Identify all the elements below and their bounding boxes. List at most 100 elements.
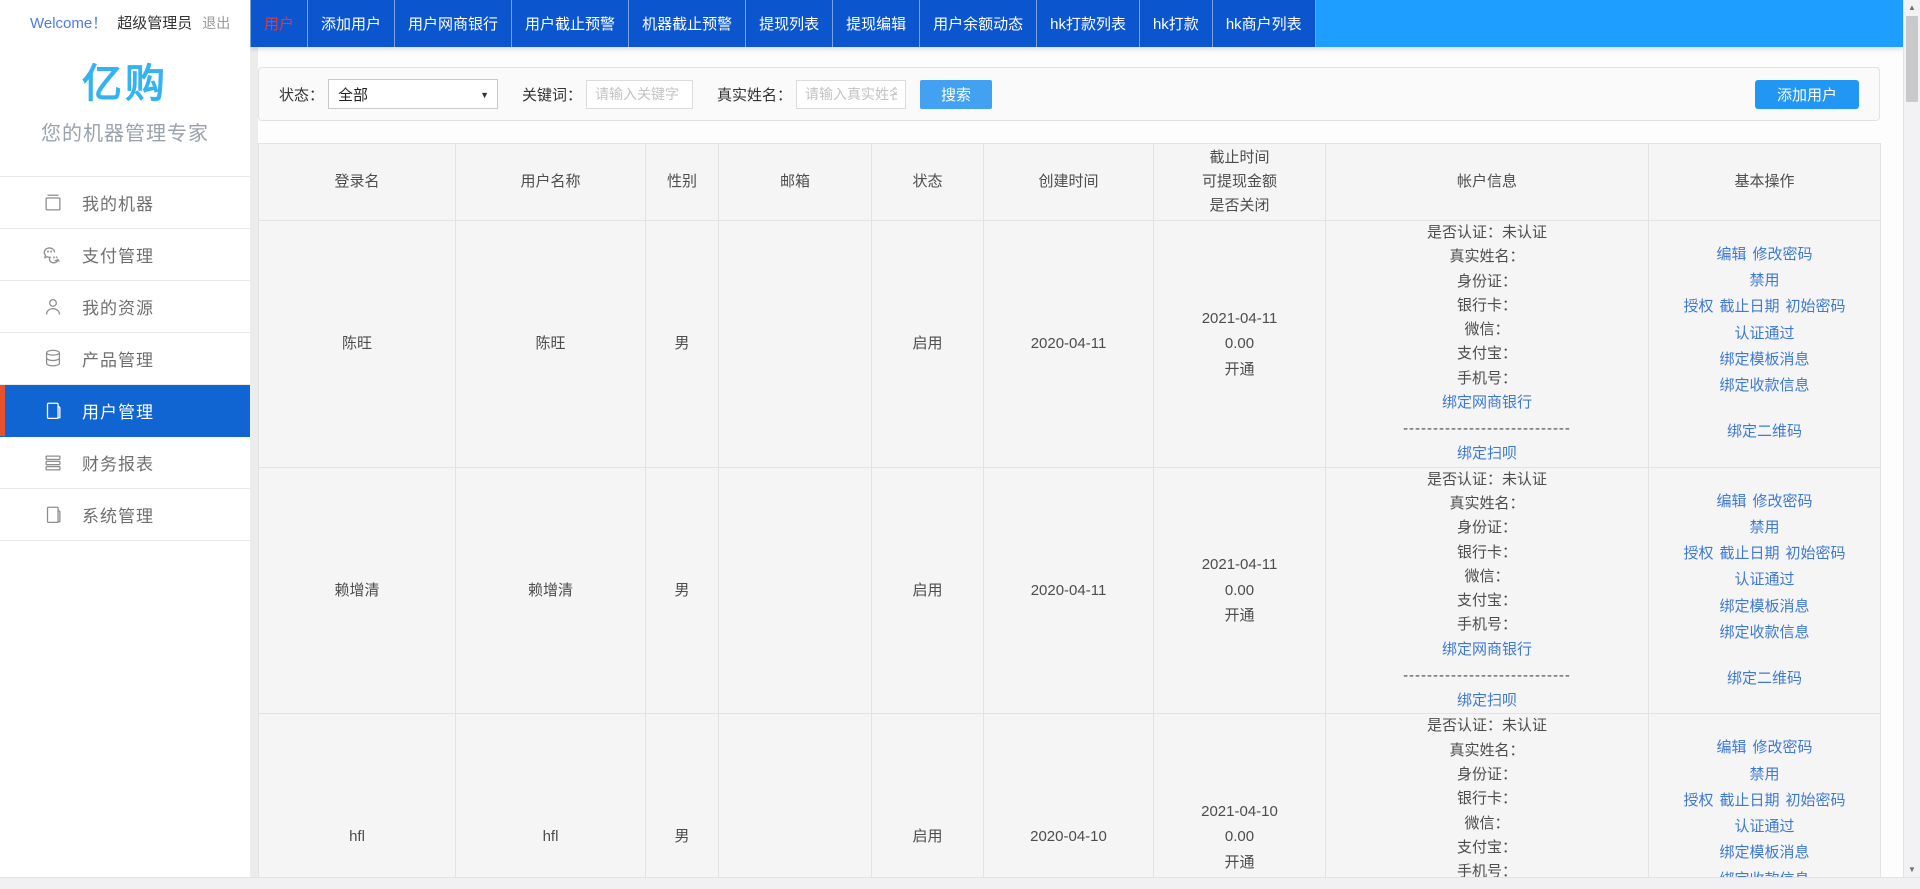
op-link[interactable]: 初始密码	[1786, 545, 1846, 562]
account-info-line: 真实姓名：	[1326, 739, 1648, 763]
account-info-cell: 是否认证：未认证真实姓名：身份证：银行卡：微信：支付宝：手机号：绑定网商银行--…	[1326, 221, 1649, 468]
table-row: hflhfl男启用2020-04-102021-04-100.00开通是否认证：…	[259, 714, 1881, 877]
op-link[interactable]: 授权	[1683, 298, 1713, 315]
op-link[interactable]: 修改密码	[1753, 493, 1813, 510]
column-header: 性别	[646, 144, 719, 221]
sidebar-item-6[interactable]: 财务报表	[0, 437, 250, 489]
sidebar-item-5[interactable]: 用户管理	[0, 385, 250, 437]
account-info-line: 真实姓名：	[1326, 245, 1648, 269]
keyword-input[interactable]	[586, 80, 693, 109]
pages-icon	[42, 400, 64, 422]
deadline-cell: 2021-04-110.00开通	[1154, 467, 1326, 714]
column-header: 状态	[872, 144, 984, 221]
sidebar-item-3[interactable]: 我的资源	[0, 281, 250, 333]
op-link[interactable]: 认证通过	[1734, 325, 1794, 342]
op-link[interactable]: 初始密码	[1786, 298, 1846, 315]
nav-tab-7[interactable]: 提现编辑	[833, 0, 920, 47]
sidebar-item-label: 财务报表	[82, 450, 154, 475]
op-link[interactable]: 截止日期	[1719, 545, 1779, 562]
keyword-label: 关键词：	[522, 84, 582, 105]
op-link[interactable]: 修改密码	[1753, 246, 1813, 263]
op-link[interactable]: 绑定模板消息	[1719, 844, 1809, 861]
op-link[interactable]: 绑定模板消息	[1719, 598, 1809, 615]
nav-tab-2[interactable]: 添加用户	[308, 0, 395, 47]
email-cell	[719, 221, 872, 468]
horizontal-scrollbar[interactable]	[0, 877, 1920, 889]
op-link[interactable]: 修改密码	[1753, 739, 1813, 756]
op-link[interactable]: 编辑	[1716, 739, 1746, 756]
op-link[interactable]: 认证通过	[1734, 571, 1794, 588]
op-link[interactable]: 禁用	[1749, 272, 1779, 289]
dashed-divider: ----------------------------	[1326, 415, 1648, 442]
sidebar-item-label: 支付管理	[82, 242, 154, 267]
bind-bank-link[interactable]: 绑定网商银行	[1442, 394, 1532, 411]
bind-saobei-link[interactable]: 绑定扫呗	[1457, 692, 1517, 709]
scroll-up-icon[interactable]: ▲	[1904, 0, 1920, 15]
bind-saobei-link[interactable]: 绑定扫呗	[1457, 445, 1517, 462]
top-navbar: 用户添加用户用户网商银行用户截止预警机器截止预警提现列表提现编辑用户余额动态hk…	[250, 0, 1903, 47]
account-info-cell: 是否认证：未认证真实姓名：身份证：银行卡：微信：支付宝：手机号：绑定网商银行--…	[1326, 467, 1649, 714]
op-link[interactable]: 授权	[1683, 792, 1713, 809]
op-link[interactable]: 认证通过	[1734, 818, 1794, 835]
vertical-scroll-thumb[interactable]	[1906, 16, 1918, 102]
nav-tab-1[interactable]: 用户	[250, 0, 308, 47]
sidebar-item-1[interactable]: 我的机器	[0, 177, 250, 229]
created-cell: 2020-04-10	[984, 714, 1154, 877]
op-link[interactable]: 绑定二维码	[1727, 423, 1802, 440]
add-user-button[interactable]: 添加用户	[1755, 80, 1859, 109]
sidebar-item-4[interactable]: 产品管理	[0, 333, 250, 385]
table-header-row: 登录名用户名称性别邮箱状态创建时间截止时间可提现金额是否关闭帐户信息基本操作	[259, 144, 1881, 221]
nav-tab-8[interactable]: 用户余额动态	[920, 0, 1037, 47]
realname-input[interactable]	[796, 80, 906, 109]
op-link[interactable]: 授权	[1683, 545, 1713, 562]
bind-bank-link[interactable]: 绑定网商银行	[1442, 641, 1532, 658]
op-link[interactable]: 初始密码	[1786, 792, 1846, 809]
nav-tab-9[interactable]: hk打款列表	[1037, 0, 1140, 47]
status-select[interactable]: 全部 ▼	[328, 79, 498, 109]
account-info-line: 是否认证：未认证	[1326, 714, 1648, 738]
account-info-line: 手机号：	[1326, 613, 1648, 637]
op-link[interactable]: 绑定二维码	[1727, 670, 1802, 687]
sidebar-item-label: 我的机器	[82, 190, 154, 215]
op-link[interactable]: 编辑	[1716, 493, 1746, 510]
vertical-scrollbar[interactable]: ▲ ▼	[1903, 0, 1920, 877]
status-cell: 启用	[872, 221, 984, 468]
op-link[interactable]: 截止日期	[1719, 792, 1779, 809]
nav-tab-11[interactable]: hk商户列表	[1213, 0, 1316, 47]
sidebar-item-2[interactable]: 支付管理	[0, 229, 250, 281]
gender-cell: 男	[646, 221, 719, 468]
created-cell: 2020-04-11	[984, 467, 1154, 714]
op-link[interactable]: 截止日期	[1719, 298, 1779, 315]
payment-wechat-icon	[42, 244, 64, 266]
op-link[interactable]: 绑定模板消息	[1719, 351, 1809, 368]
sidebar-item-7[interactable]: 系统管理	[0, 489, 250, 541]
database-icon	[42, 348, 64, 370]
account-info-cell: 是否认证：未认证真实姓名：身份证：银行卡：微信：支付宝：手机号：绑定网商银行--…	[1326, 714, 1649, 877]
account-info-line: 手机号：	[1326, 367, 1648, 391]
account-info-line: 银行卡：	[1326, 787, 1648, 811]
op-link[interactable]: 绑定收款信息	[1719, 624, 1809, 641]
nav-tab-4[interactable]: 用户截止预警	[512, 0, 629, 47]
username-cell: 陈旺	[456, 221, 646, 468]
nav-tab-10[interactable]: hk打款	[1140, 0, 1213, 47]
logout-link[interactable]: 退出	[202, 13, 230, 33]
operations-cell: 编辑修改密码禁用授权截止日期初始密码认证通过绑定模板消息绑定收款信息绑定二维码	[1649, 714, 1881, 877]
account-info-line: 身份证：	[1326, 270, 1648, 294]
nav-tab-3[interactable]: 用户网商银行	[395, 0, 512, 47]
op-link[interactable]: 编辑	[1716, 246, 1746, 263]
op-link[interactable]: 禁用	[1749, 766, 1779, 783]
account-info-line: 银行卡：	[1326, 541, 1648, 565]
nav-tab-6[interactable]: 提现列表	[746, 0, 833, 47]
search-button[interactable]: 搜索	[920, 80, 992, 109]
account-info-line: 微信：	[1326, 565, 1648, 589]
column-header: 截止时间可提现金额是否关闭	[1154, 144, 1326, 221]
main-content: 状态： 全部 ▼ 关键词： 真实姓名： 搜索 添加用户 登录名用户名称性别邮箱状…	[250, 47, 1903, 877]
op-link[interactable]: 禁用	[1749, 519, 1779, 536]
sidebar-menu: 我的机器支付管理我的资源产品管理用户管理财务报表系统管理	[0, 176, 250, 541]
account-info-line: 是否认证：未认证	[1326, 468, 1648, 492]
scroll-down-icon[interactable]: ▼	[1904, 862, 1920, 877]
op-link[interactable]: 绑定收款信息	[1719, 377, 1809, 394]
nav-tab-5[interactable]: 机器截止预警	[629, 0, 746, 47]
gender-cell: 男	[646, 714, 719, 877]
gender-cell: 男	[646, 467, 719, 714]
